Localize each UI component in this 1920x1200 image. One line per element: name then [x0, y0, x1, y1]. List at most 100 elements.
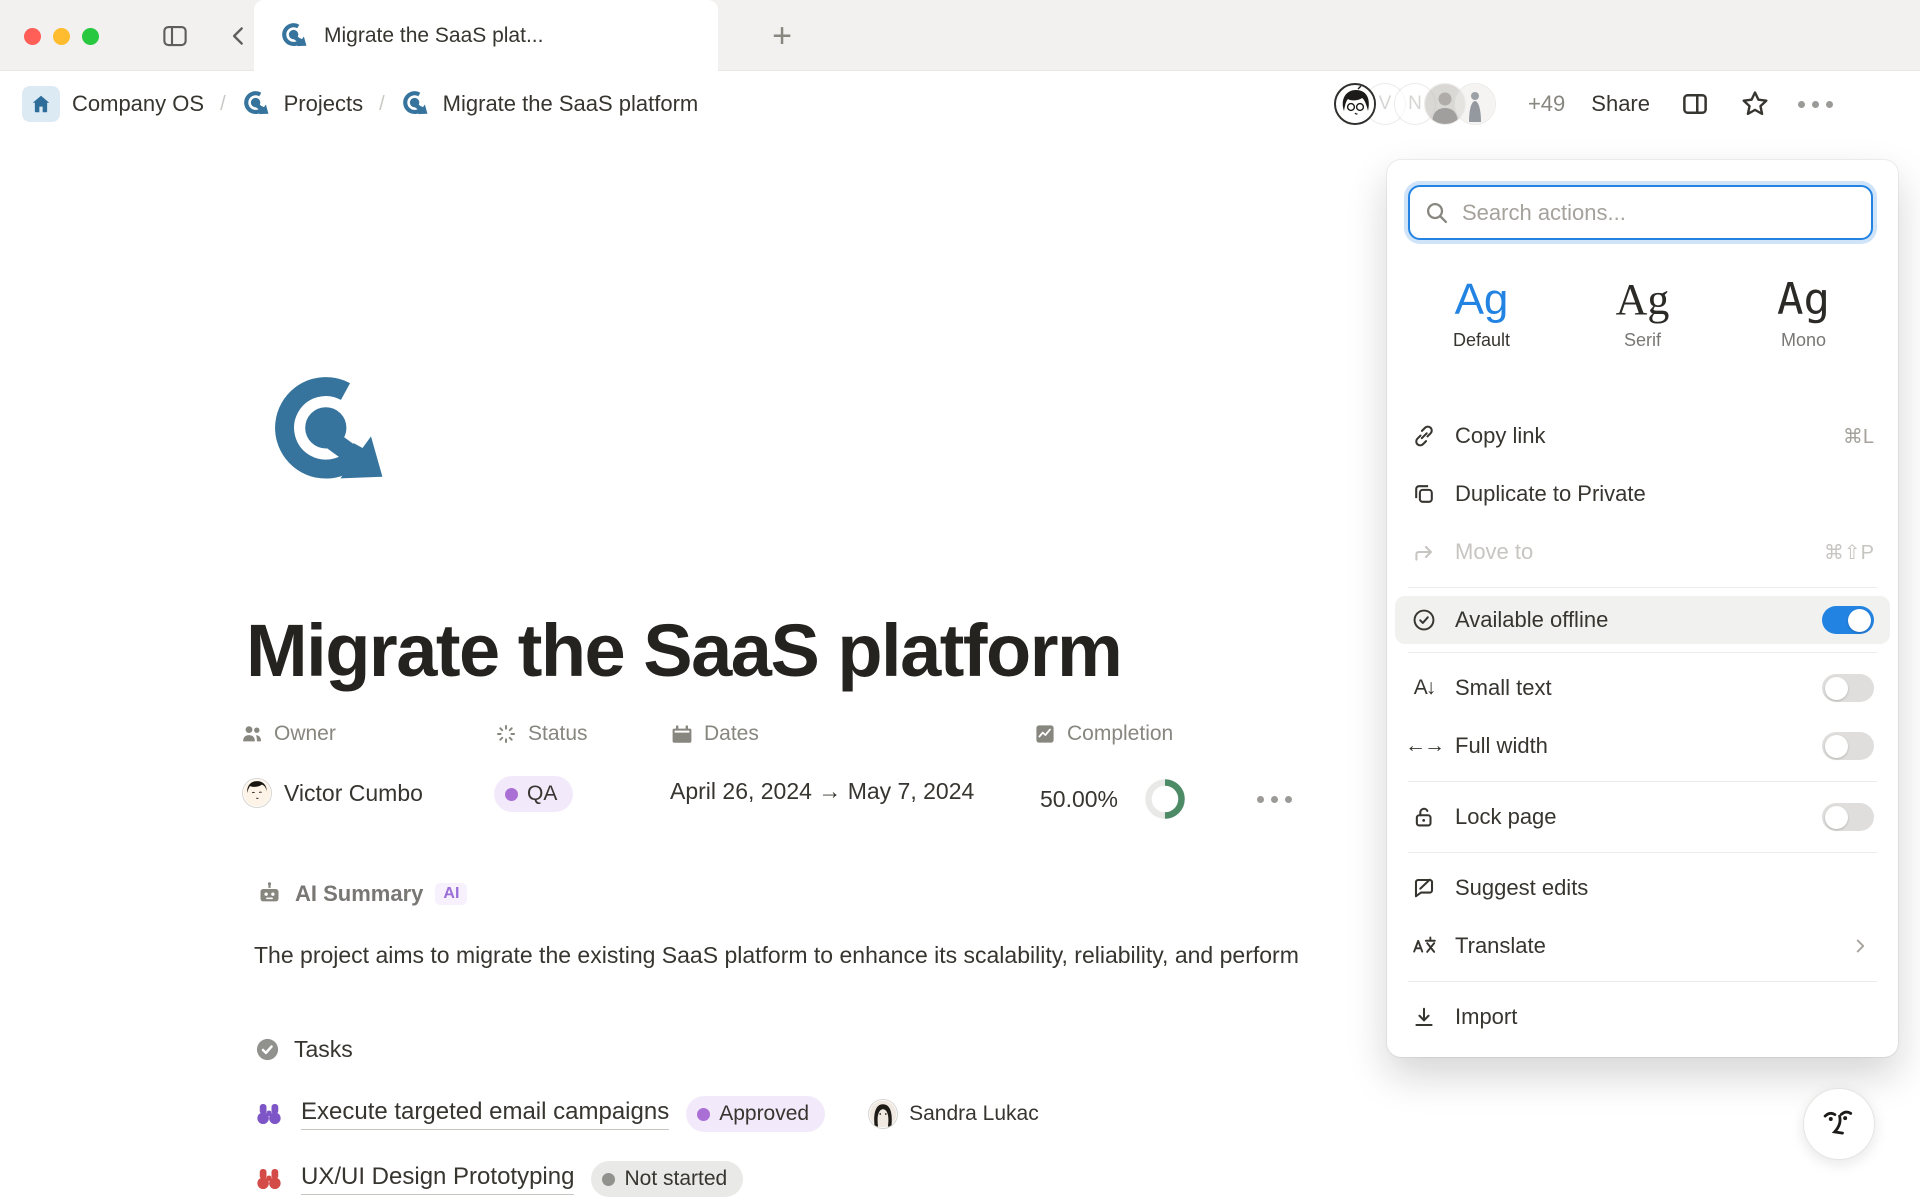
- menu-item-label: Translate: [1455, 933, 1829, 959]
- status-value[interactable]: QA: [494, 776, 573, 812]
- keyboard-shortcut: ⌘⇧P: [1824, 540, 1874, 565]
- menu-item-label: Import: [1455, 1004, 1857, 1030]
- task-link[interactable]: Execute targeted email campaigns: [301, 1098, 669, 1130]
- avatar: [1454, 83, 1496, 125]
- task-status-pill[interactable]: Approved: [686, 1096, 825, 1132]
- status-dot-icon: [602, 1173, 615, 1186]
- property-more-icon[interactable]: [1257, 796, 1292, 803]
- menu-item-available-offline[interactable]: Available offline: [1395, 596, 1890, 644]
- status-pill: QA: [494, 776, 573, 812]
- search-icon: [1424, 200, 1450, 226]
- side-peek-icon[interactable]: [1676, 85, 1714, 123]
- font-option-serif[interactable]: Ag Serif: [1562, 266, 1723, 361]
- keyboard-shortcut: ⌘L: [1843, 424, 1874, 449]
- active-tab[interactable]: Migrate the SaaS plat...: [254, 0, 718, 71]
- home-icon[interactable]: [22, 86, 60, 122]
- available-offline-toggle[interactable]: [1822, 606, 1874, 634]
- owner-property-label[interactable]: Owner: [240, 722, 336, 746]
- menu-item-label: Full width: [1455, 733, 1805, 759]
- font-label: Mono: [1781, 330, 1826, 351]
- minimize-window-button[interactable]: [53, 28, 70, 45]
- font-option-default[interactable]: Ag Default: [1401, 266, 1562, 361]
- menu-item-suggest-edits[interactable]: Suggest edits: [1387, 859, 1898, 917]
- toggle-sidebar-icon[interactable]: [158, 20, 192, 52]
- menu-item-small-text[interactable]: A↓ Small text: [1387, 659, 1898, 717]
- breadcrumb-item-projects[interactable]: Projects: [284, 91, 363, 117]
- tasks-title: Tasks: [294, 1036, 353, 1063]
- projects-icon: [242, 89, 272, 119]
- ai-summary-text: The project aims to migrate the existing…: [254, 942, 1299, 969]
- menu-item-label: Suggest edits: [1455, 875, 1857, 901]
- import-download-icon: [1410, 1003, 1438, 1031]
- menu-divider: [1408, 652, 1877, 653]
- menu-item-full-width[interactable]: ←→ Full width: [1387, 717, 1898, 775]
- project-cycle-icon: [280, 21, 310, 51]
- link-icon: [1410, 422, 1438, 450]
- completion-property-label[interactable]: Completion: [1033, 722, 1173, 746]
- task-link[interactable]: UX/UI Design Prototyping: [301, 1163, 574, 1195]
- back-button[interactable]: [222, 20, 256, 52]
- menu-item-move-to[interactable]: Move to ⌘⇧P: [1387, 523, 1898, 581]
- collaborator-overflow-count[interactable]: +49: [1528, 91, 1565, 117]
- new-tab-button[interactable]: +: [762, 16, 802, 56]
- completion-ring-icon: [1144, 778, 1186, 820]
- task-row: Execute targeted email campaigns Approve…: [254, 1096, 1039, 1132]
- calendar-icon: [670, 722, 694, 746]
- ai-face-icon: [1817, 1103, 1861, 1145]
- small-text-toggle[interactable]: [1822, 674, 1874, 702]
- completion-value[interactable]: 50.00%: [1040, 778, 1186, 820]
- menu-item-copy-link[interactable]: Copy link ⌘L: [1387, 407, 1898, 465]
- menu-item-label: Available offline: [1455, 607, 1805, 633]
- page-cycle-icon: [401, 89, 431, 119]
- dates-property-label[interactable]: Dates: [670, 722, 759, 746]
- toolbar: Company OS / Projects /: [0, 72, 1920, 136]
- menu-divider: [1408, 852, 1877, 853]
- unlock-icon: [1410, 803, 1438, 831]
- owner-value[interactable]: Victor Cumbo: [242, 778, 423, 808]
- breadcrumb-item-company-os[interactable]: Company OS: [72, 91, 204, 117]
- move-to-icon: [1410, 538, 1438, 566]
- breadcrumb-separator: /: [216, 93, 230, 116]
- actions-search[interactable]: [1408, 185, 1873, 240]
- search-input[interactable]: [1462, 200, 1857, 226]
- status-dot-icon: [697, 1108, 710, 1121]
- lock-page-toggle[interactable]: [1822, 803, 1874, 831]
- notion-ai-button[interactable]: [1803, 1088, 1875, 1160]
- more-options-icon[interactable]: [1796, 85, 1834, 123]
- font-label: Serif: [1624, 330, 1661, 351]
- task-assignee[interactable]: Sandra Lukac: [868, 1099, 1039, 1129]
- avatar: [242, 778, 272, 808]
- dates-value[interactable]: April 26, 2024 → May 7, 2024: [670, 778, 974, 805]
- favorite-star-icon[interactable]: [1736, 85, 1774, 123]
- status-property-label[interactable]: Status: [494, 722, 588, 746]
- close-window-button[interactable]: [24, 28, 41, 45]
- menu-item-label: Lock page: [1455, 804, 1805, 830]
- breadcrumb-item-current-page[interactable]: Migrate the SaaS platform: [443, 91, 699, 117]
- full-width-toggle[interactable]: [1822, 732, 1874, 760]
- menu-item-lock-page[interactable]: Lock page: [1387, 788, 1898, 846]
- breadcrumb-separator: /: [375, 93, 389, 116]
- page-actions-menu: Ag Default Ag Serif Ag Mono Copy link ⌘L: [1387, 160, 1898, 1057]
- share-button[interactable]: Share: [1587, 91, 1654, 117]
- page-icon[interactable]: [266, 368, 398, 500]
- zoom-window-button[interactable]: [82, 28, 99, 45]
- collaborator-avatars[interactable]: V N: [1334, 83, 1496, 125]
- status-spinner-icon: [494, 722, 518, 746]
- font-sample: Ag: [1455, 276, 1509, 324]
- menu-item-import[interactable]: Import: [1387, 988, 1898, 1046]
- page-title: Migrate the SaaS platform: [246, 608, 1121, 693]
- breadcrumb: Company OS / Projects /: [22, 82, 698, 126]
- people-icon: [240, 722, 264, 746]
- font-option-mono[interactable]: Ag Mono: [1723, 266, 1884, 361]
- window-tab-bar: Migrate the SaaS plat... +: [0, 0, 1920, 71]
- binoculars-icon: [254, 1164, 284, 1194]
- menu-item-duplicate-to-private[interactable]: Duplicate to Private: [1387, 465, 1898, 523]
- task-status-pill[interactable]: Not started: [591, 1161, 743, 1197]
- menu-divider: [1408, 781, 1877, 782]
- ai-summary-title: AI Summary: [295, 881, 423, 907]
- menu-divider: [1408, 981, 1877, 982]
- menu-divider: [1408, 587, 1877, 588]
- menu-item-translate[interactable]: Translate: [1387, 917, 1898, 975]
- robot-icon: [256, 880, 283, 907]
- menu-item-label: Duplicate to Private: [1455, 481, 1857, 507]
